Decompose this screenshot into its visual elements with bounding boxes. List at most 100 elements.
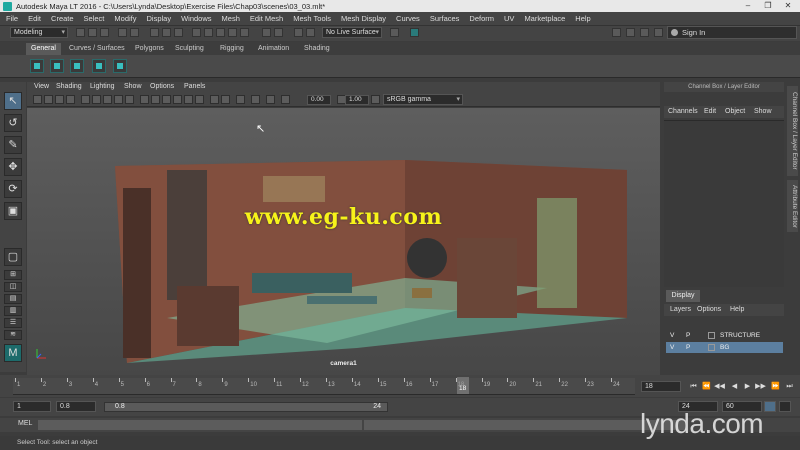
play-forwards-button[interactable]: ▶ (742, 380, 753, 393)
aa-icon[interactable] (251, 95, 260, 104)
scale-tool-icon[interactable]: ▣ (4, 202, 22, 220)
four-view-icon[interactable]: ⊞ (4, 270, 22, 280)
layer-visibility[interactable]: V (670, 330, 674, 341)
smooth-shade-icon[interactable] (151, 95, 160, 104)
play-backwards-button[interactable]: ◀ (729, 380, 740, 393)
panel-menu-shading[interactable]: Shading (56, 83, 82, 90)
field-chart-icon[interactable] (125, 95, 134, 104)
select-component-icon[interactable] (174, 28, 183, 37)
minimize-button[interactable]: – (738, 0, 758, 12)
le-menu-options[interactable]: Options (697, 306, 721, 313)
layout-icon[interactable] (612, 28, 621, 37)
start-time-field[interactable]: 1 (13, 401, 51, 412)
wireframe-on-shaded-icon[interactable] (162, 95, 171, 104)
shelf-parent-icon[interactable] (70, 59, 84, 73)
layer-playback[interactable]: P (686, 342, 690, 353)
live-surface-field[interactable]: No Live Surface (322, 27, 382, 38)
playback-start-field[interactable]: 0.8 (56, 401, 96, 412)
sign-in-field[interactable]: Sign In (667, 26, 797, 39)
move-tool-icon[interactable]: ✥ (4, 158, 22, 176)
save-icon[interactable] (88, 28, 97, 37)
menu-edit[interactable]: Edit (28, 14, 41, 23)
shelf-tab-shading[interactable]: Shading (299, 43, 335, 55)
side-tab-attribute-editor[interactable]: Attribute Editor (787, 180, 798, 232)
paint-select-icon[interactable]: ✎ (4, 136, 22, 154)
menu-file[interactable]: File (6, 14, 18, 23)
redo-icon[interactable] (130, 28, 139, 37)
auto-key-icon[interactable] (764, 401, 776, 412)
menu-surfaces[interactable]: Surfaces (430, 14, 460, 23)
rotate-tool-icon[interactable]: ⟳ (4, 180, 22, 198)
exposure-field[interactable]: 0.00 (307, 95, 331, 105)
cb-menu-edit[interactable]: Edit (704, 108, 716, 115)
anim-prefs-icon[interactable] (779, 401, 791, 412)
layer-row-bg[interactable]: V P BG (666, 342, 783, 353)
gate-mask-icon[interactable] (114, 95, 123, 104)
command-input[interactable] (38, 420, 362, 430)
shelf-group-icon[interactable] (50, 59, 64, 73)
camera-attr-icon[interactable] (44, 95, 53, 104)
grid-icon[interactable] (81, 95, 90, 104)
menu-select[interactable]: Select (84, 14, 105, 23)
shelf-tab-sculpting[interactable]: Sculpting (170, 43, 209, 55)
color-space-dropdown[interactable]: sRGB gamma (383, 94, 463, 105)
shadows-icon[interactable] (195, 95, 204, 104)
menu-marketplace[interactable]: Marketplace (524, 14, 565, 23)
render-icon[interactable] (390, 28, 399, 37)
resolution-gate-icon[interactable] (103, 95, 112, 104)
persp-outliner-icon[interactable]: ▥ (4, 306, 22, 316)
layer-row-structure[interactable]: V P STRUCTURE (666, 330, 783, 341)
layer-color-swatch[interactable] (708, 344, 715, 351)
wireframe-icon[interactable] (140, 95, 149, 104)
menu-curves[interactable]: Curves (396, 14, 420, 23)
step-back-frame-button[interactable]: ◀◀ (714, 380, 725, 393)
layer-playback[interactable]: P (686, 330, 690, 341)
camera-select-icon[interactable] (33, 95, 42, 104)
le-menu-layers[interactable]: Layers (670, 306, 691, 313)
menu-mesh[interactable]: Mesh (222, 14, 240, 23)
shelf-tab-curves-surfaces[interactable]: Curves / Surfaces (64, 43, 130, 55)
mel-label[interactable]: MEL (18, 420, 32, 427)
cb-menu-object[interactable]: Object (725, 108, 745, 115)
menu-mesh-display[interactable]: Mesh Display (341, 14, 386, 23)
ipr-render-icon[interactable] (410, 28, 419, 37)
shelf-tab-polygons[interactable]: Polygons (130, 43, 169, 55)
film-gate-icon[interactable] (92, 95, 101, 104)
history-icon[interactable] (262, 28, 271, 37)
workspace-icon[interactable] (626, 28, 635, 37)
isolate-icon[interactable] (210, 95, 219, 104)
folder-icon[interactable] (76, 28, 85, 37)
panel-menu-show[interactable]: Show (124, 83, 142, 90)
step-forward-key-button[interactable]: ⏩ (770, 380, 781, 393)
outliner-icon[interactable]: ☰ (4, 318, 22, 328)
input-output-icon[interactable] (294, 28, 303, 37)
menu-deform[interactable]: Deform (469, 14, 494, 23)
side-by-side-icon[interactable]: ◫ (4, 282, 22, 292)
menu-display[interactable]: Display (147, 14, 172, 23)
shelf-script-icon[interactable] (113, 59, 127, 73)
snap-grid-icon[interactable] (192, 28, 201, 37)
cb-menu-show[interactable]: Show (754, 108, 772, 115)
layer-visibility[interactable]: V (670, 342, 674, 353)
menu-help[interactable]: Help (575, 14, 590, 23)
close-button[interactable]: ✕ (778, 0, 798, 12)
undo-icon[interactable] (118, 28, 127, 37)
step-back-key-button[interactable]: ⏪ (701, 380, 712, 393)
shelf-hierarchy-icon[interactable] (30, 59, 44, 73)
single-view-icon[interactable]: ▢ (4, 248, 22, 266)
mode-dropdown[interactable]: Modeling (10, 27, 68, 38)
menu-windows[interactable]: Windows (181, 14, 211, 23)
select-hierarchy-icon[interactable] (150, 28, 159, 37)
persp-graph-icon[interactable]: ▤ (4, 294, 22, 304)
le-menu-help[interactable]: Help (730, 306, 744, 313)
layer-color-swatch[interactable] (708, 332, 715, 339)
snap-surface-icon[interactable] (240, 28, 249, 37)
layer-tab-display[interactable]: Display (666, 290, 700, 302)
maximize-button[interactable]: ❐ (758, 0, 778, 12)
textured-icon[interactable] (173, 95, 182, 104)
open-icon[interactable] (100, 28, 109, 37)
exposure-icon[interactable] (281, 95, 290, 104)
shelf-unparent-icon[interactable] (92, 59, 106, 73)
panel-icon[interactable] (640, 28, 649, 37)
construction-icon[interactable] (274, 28, 283, 37)
